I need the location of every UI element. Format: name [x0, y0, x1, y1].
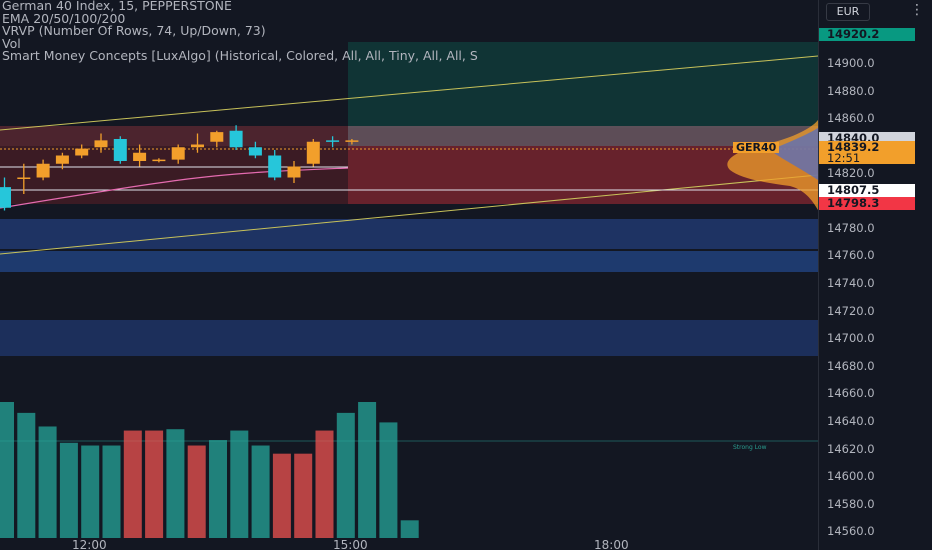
strong-low-label: Strong Low: [733, 444, 767, 451]
volume-bar: [379, 422, 398, 538]
legend-smc[interactable]: Smart Money Concepts [LuxAlgo] (Historic…: [2, 50, 478, 63]
candle-body-down: [326, 140, 340, 142]
price-tick: 14760.0: [827, 248, 875, 262]
price-tick: 14900.0: [827, 56, 875, 70]
candle-body-down: [229, 130, 243, 148]
volume-bar: [17, 412, 36, 538]
chart-legend: German 40 Index, 15, PEPPERSTONE EMA 20/…: [2, 0, 478, 63]
candle: [306, 139, 320, 167]
more-vertical-icon[interactable]: ⋮: [908, 2, 926, 20]
bull-order-block-3: [0, 320, 818, 356]
volume-bar: [209, 440, 227, 538]
chart-canvas: [0, 42, 818, 538]
price-tick: 14600.0: [827, 469, 875, 483]
candle-body-up: [17, 177, 31, 179]
bull-order-block-1: [0, 219, 818, 249]
candle-body-down: [268, 155, 282, 178]
price-tick: 14660.0: [827, 386, 875, 400]
volume-bar: [294, 453, 313, 538]
price-axis[interactable]: 14900.0 14880.0 14860.0 14820.0 14780.0 …: [818, 0, 932, 550]
price-tick: 14860.0: [827, 111, 875, 125]
volume-bar: [102, 445, 121, 538]
volume-bar: [145, 430, 164, 538]
countdown-label: 12:51: [819, 152, 915, 164]
candle-body-up: [306, 141, 320, 164]
time-tick-1500: 15:00: [333, 538, 368, 550]
volume-bar: [315, 430, 334, 538]
candle-body-up: [94, 140, 108, 148]
volume-bar: [336, 412, 355, 538]
volume-bar: [0, 402, 14, 538]
price-tick: 14700.0: [827, 331, 875, 345]
candle-body-up: [287, 166, 301, 178]
volume-bars-group: [0, 402, 419, 538]
chart-area[interactable]: German 40 Index, 15, PEPPERSTONE EMA 20/…: [0, 0, 818, 550]
candle-body-up: [75, 148, 89, 156]
candle-body-up: [55, 155, 69, 164]
candle-body-up: [191, 144, 204, 148]
price-tick: 14740.0: [827, 276, 875, 290]
volume-bar: [187, 445, 206, 538]
price-tick: 14680.0: [827, 359, 875, 373]
bull-order-block-2: [0, 251, 818, 272]
volume-bar: [38, 426, 57, 538]
price-tick: 14780.0: [827, 221, 875, 235]
volume-bar: [400, 520, 419, 538]
volume-bar: [123, 430, 142, 538]
price-tick: 14580.0: [827, 497, 875, 511]
price-label-red: 14798.3: [819, 197, 915, 210]
volume-bar: [251, 445, 270, 538]
time-axis[interactable]: 12:00 15:00 18:00: [0, 538, 818, 550]
volume-bar: [272, 453, 291, 538]
price-tick: 14880.0: [827, 84, 875, 98]
candle-body-up: [210, 132, 224, 142]
candle-body-up: [171, 147, 185, 160]
price-tick: 14560.0: [827, 524, 875, 538]
volume-bar: [166, 429, 185, 538]
candle-body-up: [36, 163, 50, 178]
candle-body-up: [345, 140, 359, 142]
candle-body-up: [133, 152, 147, 161]
price-label-green: 14920.2: [819, 28, 915, 41]
price-tick: 14820.0: [827, 166, 875, 180]
candle-body-up: [152, 159, 166, 162]
currency-button[interactable]: EUR: [826, 3, 870, 21]
volume-bar: [358, 402, 377, 538]
volume-bar: [230, 430, 249, 538]
symbol-label: GER40: [733, 142, 780, 153]
legend-vrvp[interactable]: VRVP (Number Of Rows, 74, Up/Down, 73): [2, 25, 478, 38]
price-tick: 14620.0: [827, 442, 875, 456]
price-tick: 14640.0: [827, 414, 875, 428]
volume-bar: [59, 442, 78, 538]
time-tick-1800: 18:00: [594, 538, 629, 550]
candle: [113, 136, 127, 164]
time-tick-1200: 12:00: [72, 538, 107, 550]
candle-body-down: [0, 187, 11, 208]
price-tick: 14720.0: [827, 304, 875, 318]
volume-bar: [81, 445, 100, 538]
candle-body-down: [113, 139, 127, 161]
candle-body-down: [248, 147, 262, 156]
